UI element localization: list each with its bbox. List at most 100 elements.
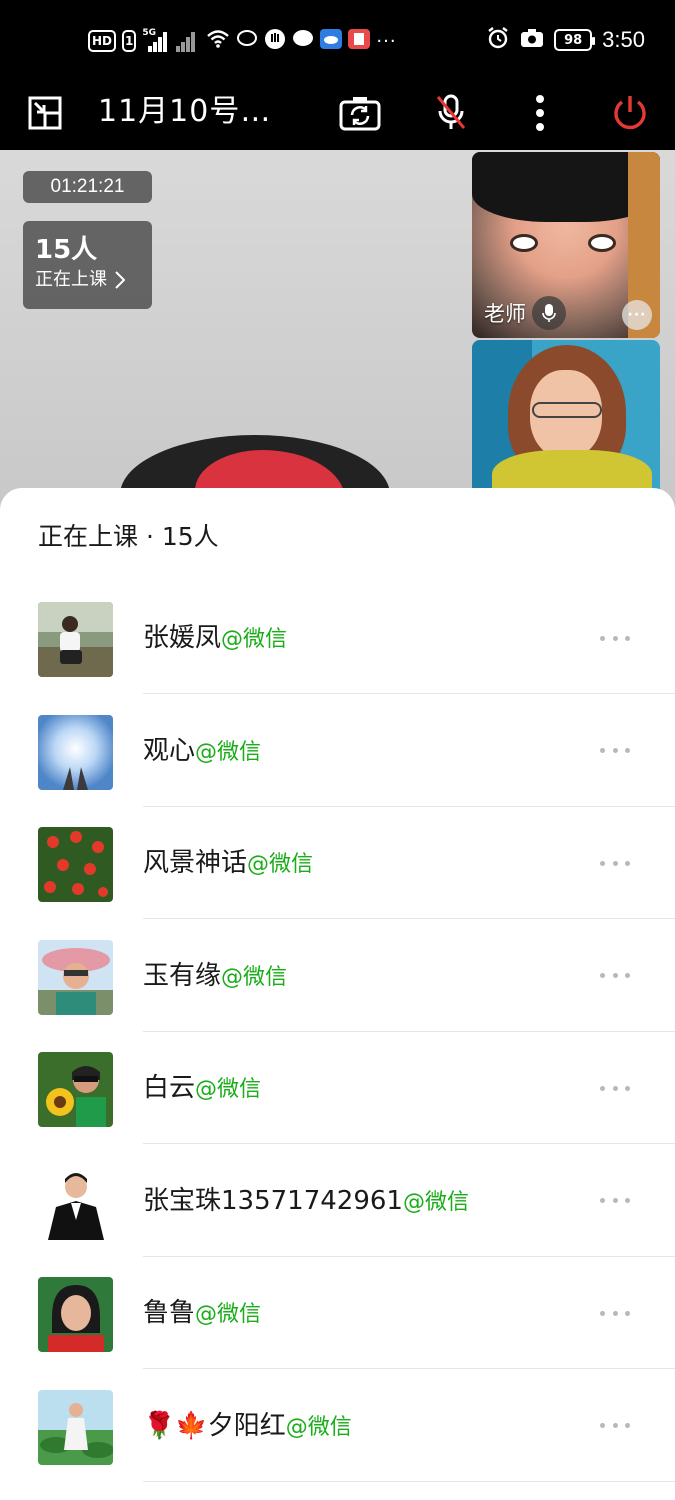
teacher-eye-right	[588, 234, 616, 252]
participant-row[interactable]: 🌹🍁夕阳红@微信	[0, 1388, 675, 1500]
participant-name-text: 白云	[143, 1073, 196, 1103]
wechat-tag: @微信	[221, 964, 288, 990]
divider	[143, 1143, 675, 1144]
participant-name-text: 鲁鲁	[143, 1298, 196, 1328]
call-timer: 01:21:21	[23, 171, 152, 203]
avatar	[38, 714, 113, 790]
sim-badge: 1	[122, 30, 137, 52]
avatar	[38, 827, 113, 902]
teacher-video-tile[interactable]: 老师 ···	[472, 152, 660, 338]
avatar	[38, 1389, 113, 1465]
divider	[143, 1368, 675, 1369]
battery-icon: 98	[554, 29, 596, 51]
main-video[interactable]: 01:21:21 15人 正在上课 老师 ···	[0, 150, 675, 510]
wechat-tag: @微信	[247, 852, 314, 877]
participant-more-icon[interactable]	[595, 628, 635, 648]
wechat-tag: @微信	[402, 1189, 469, 1215]
teacher-label-text: 老师	[484, 302, 526, 326]
more-vertical-icon[interactable]	[517, 90, 563, 136]
power-icon[interactable]	[607, 90, 653, 136]
message-icon	[292, 29, 314, 53]
participant-name: 风景神话@微信	[143, 845, 313, 883]
signal-icon	[174, 30, 200, 52]
participant-name: 白云@微信	[143, 1070, 261, 1108]
camera-switch-icon[interactable]	[337, 90, 383, 136]
participant-name: 玉有缘@微信	[143, 958, 287, 996]
wechat-tag: @微信	[285, 1414, 352, 1440]
wechat-tag: @微信	[195, 739, 262, 765]
chat-bubble-icon	[236, 29, 258, 53]
participant-count-button[interactable]: 15人 正在上课	[23, 221, 152, 309]
hand-icon	[264, 28, 286, 54]
participant-name: 🌹🍁夕阳红@微信	[143, 1408, 352, 1446]
participant-more-icon[interactable]	[595, 1416, 635, 1436]
participant-row[interactable]: 白云@微信	[0, 1050, 675, 1163]
avatar	[38, 1052, 113, 1127]
chevron-right-icon	[115, 271, 125, 289]
avatar	[38, 1277, 113, 1352]
exit-fullscreen-icon[interactable]	[22, 90, 68, 136]
mic-muted-icon[interactable]	[428, 90, 474, 136]
status-indicators: HD 1 5G ···	[88, 27, 397, 55]
wifi-icon	[206, 29, 230, 53]
participant-row[interactable]: 风景神话@微信	[0, 825, 675, 938]
participant-more-icon[interactable]	[595, 1191, 635, 1211]
hd-badge: HD	[88, 30, 117, 52]
participant-more-icon[interactable]	[595, 853, 635, 873]
avatar	[38, 939, 113, 1015]
avatar	[38, 1164, 113, 1240]
clock: 3:50	[602, 27, 645, 52]
avatar	[38, 602, 113, 677]
divider	[143, 805, 675, 807]
divider	[143, 918, 675, 919]
participant-count-sub: 正在上课	[35, 267, 140, 293]
tile-more-icon[interactable]: ···	[622, 300, 652, 330]
wechat-tag: @微信	[221, 627, 288, 652]
participant-row[interactable]: 张宝珠13571742961@微信	[0, 1163, 675, 1276]
status-bar: HD 1 5G ··· 98 3:50	[0, 0, 675, 80]
cloud-app-icon	[320, 29, 343, 53]
more-notifications-icon: ···	[376, 30, 397, 52]
teacher-label: 老师	[484, 296, 566, 330]
participant-video-tile[interactable]	[472, 340, 660, 500]
participant-name-text: 玉有缘	[143, 960, 222, 991]
participant-name: 张宝珠13571742961@微信	[143, 1183, 469, 1221]
divider	[143, 1255, 675, 1257]
mic-icon	[532, 296, 566, 330]
participant-name-text: 张媛凤	[143, 623, 222, 653]
participant-name: 鲁鲁@微信	[143, 1295, 261, 1333]
participant-more-icon[interactable]	[595, 1078, 635, 1098]
participant-more-icon[interactable]	[595, 741, 635, 761]
participant-sheet: 正在上课 · 15人 张媛凤@微信 观心@微信 风景神话@微信 玉有缘@微信 白…	[0, 488, 675, 1500]
participant-count-label: 正在上课	[35, 269, 107, 290]
camera-status-icon	[520, 28, 544, 52]
alarm-icon	[486, 26, 510, 54]
wechat-tag: @微信	[195, 1077, 262, 1102]
participant-glasses	[532, 402, 602, 418]
participant-name-text: 🌹🍁夕阳红	[143, 1410, 286, 1441]
participant-name-text: 观心	[143, 735, 196, 766]
participant-row[interactable]: 观心@微信	[0, 713, 675, 826]
signal-5g-icon: 5G	[142, 28, 168, 52]
participant-name-text: 张宝珠13571742961	[143, 1185, 403, 1216]
participant-list: 张媛凤@微信 观心@微信 风景神话@微信 玉有缘@微信 白云@微信 张宝珠135…	[0, 600, 675, 1500]
teacher-eye-left	[510, 234, 538, 252]
participant-row[interactable]: 玉有缘@微信	[0, 938, 675, 1051]
participant-name: 张媛凤@微信	[143, 620, 287, 658]
divider	[143, 1480, 675, 1482]
participant-name: 观心@微信	[143, 733, 261, 771]
participant-name-text: 风景神话	[143, 848, 248, 878]
meeting-title[interactable]: 11月10号…	[98, 92, 271, 132]
divider	[143, 693, 675, 694]
sheet-title: 正在上课 · 15人	[38, 522, 219, 551]
status-right: 98 3:50	[486, 26, 645, 54]
divider	[143, 1030, 675, 1032]
participant-more-icon[interactable]	[595, 1303, 635, 1323]
participant-row[interactable]: 张媛凤@微信	[0, 600, 675, 713]
wechat-tag: @微信	[195, 1302, 262, 1327]
top-toolbar: 11月10号…	[0, 80, 675, 150]
participant-row[interactable]: 鲁鲁@微信	[0, 1275, 675, 1388]
book-app-icon	[348, 29, 371, 53]
participant-count: 15人	[35, 235, 98, 265]
participant-more-icon[interactable]	[595, 966, 635, 986]
